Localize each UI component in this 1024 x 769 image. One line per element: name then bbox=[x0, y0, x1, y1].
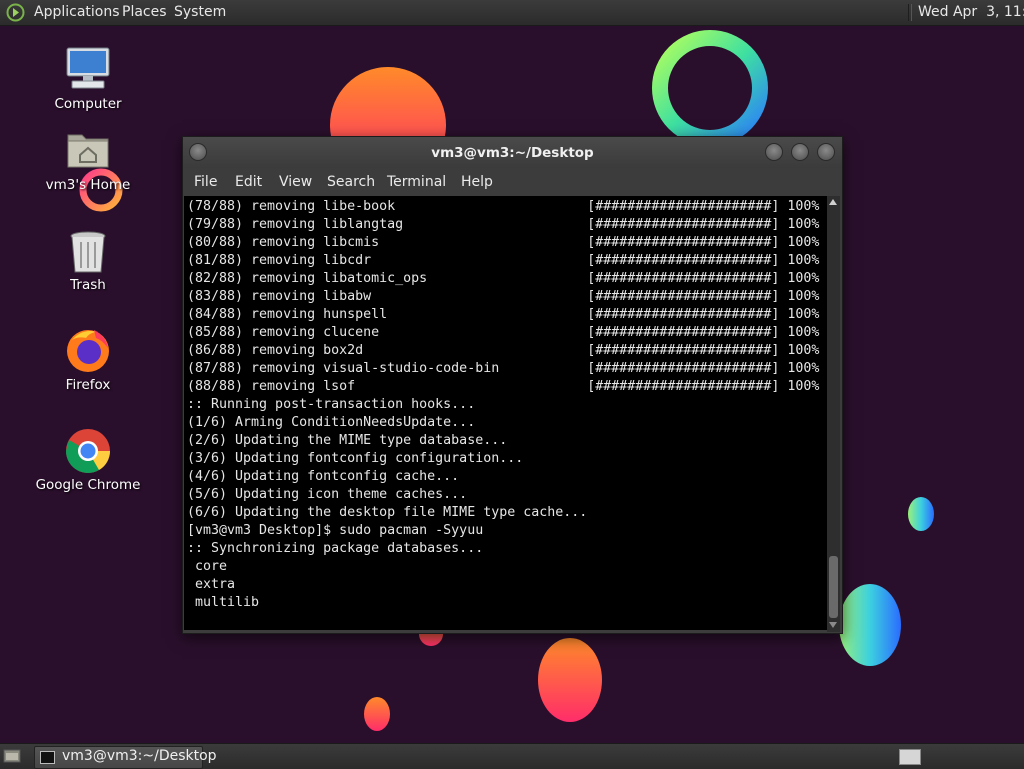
desktop-icon-label: Google Chrome bbox=[35, 477, 141, 493]
terminal-window[interactable]: vm3@vm3:~/Desktop File Edit View Search … bbox=[182, 136, 843, 634]
terminal-output[interactable]: (78/88) removing libe-book [############… bbox=[184, 196, 827, 630]
menu-view[interactable]: View bbox=[279, 174, 312, 190]
menu-file[interactable]: File bbox=[194, 174, 217, 190]
desktop-icon-label: Firefox bbox=[65, 377, 111, 393]
window-titlebar[interactable]: vm3@vm3:~/Desktop bbox=[183, 137, 842, 168]
scroll-down-icon[interactable] bbox=[829, 622, 837, 628]
top-panel: Applications Places System Wed Apr 3, 11… bbox=[0, 0, 1024, 26]
system-menu[interactable]: System bbox=[174, 4, 226, 21]
terminal-line: (5/6) Updating icon theme caches... bbox=[187, 487, 468, 502]
menu-edit[interactable]: Edit bbox=[235, 174, 262, 190]
terminal-line: (4/6) Updating fontconfig cache... bbox=[187, 469, 460, 484]
scroll-up-icon[interactable] bbox=[829, 199, 837, 205]
taskbar-window-label: vm3@vm3:~/Desktop bbox=[62, 748, 217, 764]
scrollbar-thumb[interactable] bbox=[829, 556, 838, 618]
terminal-line: :: Running post-transaction hooks... bbox=[187, 397, 476, 412]
bottom-panel: vm3@vm3:~/Desktop bbox=[0, 743, 1024, 769]
terminal-line: (82/88) removing libatomic_ops [########… bbox=[187, 271, 820, 286]
terminal-text: (78/88) removing libe-book [############… bbox=[184, 196, 827, 612]
minimize-button[interactable] bbox=[765, 143, 783, 161]
desktop-icon-label: vm3's Home bbox=[45, 177, 131, 193]
distro-logo-icon[interactable] bbox=[6, 3, 25, 22]
chrome-icon bbox=[66, 429, 110, 473]
terminal-line: (78/88) removing libe-book [############… bbox=[187, 199, 820, 214]
home-folder-icon bbox=[67, 134, 109, 168]
terminal-line: multilib bbox=[187, 595, 260, 610]
menu-terminal[interactable]: Terminal bbox=[387, 174, 446, 190]
desktop-icon-label: Trash bbox=[70, 277, 106, 293]
terminal-scrollbar[interactable] bbox=[827, 196, 840, 632]
terminal-line: (88/88) removing lsof [#################… bbox=[187, 379, 820, 394]
window-title: vm3@vm3:~/Desktop bbox=[431, 145, 594, 161]
terminal-line: [vm3@vm3 Desktop]$ sudo pacman -Syyuu bbox=[187, 523, 484, 538]
terminal-line: core bbox=[187, 559, 228, 574]
computer-icon bbox=[66, 47, 110, 89]
terminal-line: (83/88) removing libabw [###############… bbox=[187, 289, 820, 304]
terminal-line: (84/88) removing hunspell [#############… bbox=[187, 307, 820, 322]
places-menu[interactable]: Places bbox=[122, 4, 167, 21]
taskbar-window-button[interactable]: vm3@vm3:~/Desktop bbox=[34, 746, 217, 769]
terminal-line: (1/6) Arming ConditionNeedsUpdate... bbox=[187, 415, 476, 430]
close-button[interactable] bbox=[817, 143, 835, 161]
terminal-line: (3/6) Updating fontconfig configuration.… bbox=[187, 451, 524, 466]
terminal-line: :: Synchronizing package databases... bbox=[187, 541, 484, 556]
show-desktop-icon[interactable] bbox=[3, 748, 21, 764]
menu-search[interactable]: Search bbox=[327, 174, 375, 190]
trash-icon bbox=[70, 231, 106, 273]
terminal-line: extra bbox=[187, 577, 236, 592]
terminal-line: (80/88) removing libcmis [##############… bbox=[187, 235, 820, 250]
terminal-line: (6/6) Updating the desktop file MIME typ… bbox=[187, 505, 588, 520]
desktop-icon-label: Computer bbox=[54, 96, 122, 112]
terminal-line: (87/88) removing visual-studio-code-bin … bbox=[187, 361, 820, 376]
menu-help[interactable]: Help bbox=[461, 174, 493, 190]
workspace-switcher[interactable] bbox=[899, 749, 921, 765]
terminal-line: (86/88) removing box2d [################… bbox=[187, 343, 820, 358]
maximize-button[interactable] bbox=[791, 143, 809, 161]
terminal-line: (2/6) Updating the MIME type database... bbox=[187, 433, 508, 448]
applications-menu[interactable]: Applications bbox=[34, 4, 120, 21]
terminal-menubar: File Edit View Search Terminal Help bbox=[183, 168, 842, 196]
terminal-line: (81/88) removing libcdr [###############… bbox=[187, 253, 820, 268]
firefox-icon bbox=[67, 330, 109, 372]
terminal-line: (85/88) removing clucene [##############… bbox=[187, 325, 820, 340]
terminal-icon bbox=[40, 751, 55, 764]
clock[interactable]: Wed Apr 3, 11:01 bbox=[918, 4, 1024, 21]
panel-separator bbox=[908, 4, 912, 21]
terminal-line: (79/88) removing liblangtag [###########… bbox=[187, 217, 820, 232]
